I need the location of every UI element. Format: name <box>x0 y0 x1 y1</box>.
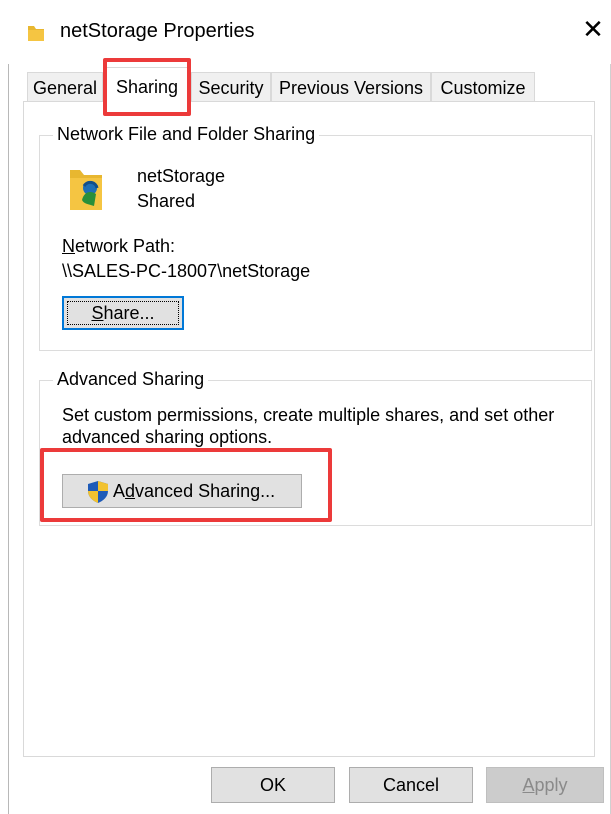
ok-button[interactable]: OK <box>211 767 335 803</box>
apply-button[interactable]: Apply <box>486 767 604 803</box>
apply-button-hotkey: A <box>522 775 535 795</box>
network-path-label-hotkey: N <box>62 236 75 256</box>
tab-security[interactable]: Security <box>191 72 271 102</box>
title-bar: netStorage Properties ✕ <box>0 0 611 64</box>
share-button[interactable]: Share... <box>62 296 184 330</box>
advanced-sharing-group-label: Advanced Sharing <box>53 369 209 390</box>
network-path-value: \\SALES-PC-18007\netStorage <box>62 261 311 281</box>
close-icon[interactable]: ✕ <box>578 14 608 44</box>
window-title: netStorage Properties <box>60 20 255 42</box>
tab-customize[interactable]: Customize <box>431 72 535 102</box>
highlight-sharing-tab <box>103 58 191 116</box>
network-sharing-group-label: Network File and Folder Sharing <box>53 124 320 145</box>
folder-icon <box>28 26 44 41</box>
window-edge-left <box>8 64 9 814</box>
network-path-label: Network Path: <box>62 236 175 257</box>
share-status: Shared <box>137 191 196 211</box>
highlight-advanced-sharing-button <box>40 448 332 522</box>
focus-rectangle <box>67 301 179 325</box>
cancel-button[interactable]: Cancel <box>349 767 473 803</box>
tab-general[interactable]: General <box>27 72 103 102</box>
advanced-sharing-description-line1: Set custom permissions, create multiple … <box>62 405 555 425</box>
network-path-label-rest: etwork Path: <box>75 236 176 256</box>
shared-folder-icon <box>70 170 102 210</box>
folder-name: netStorage <box>137 166 226 186</box>
advanced-sharing-description-line2: advanced sharing options. <box>62 427 273 447</box>
apply-button-rest: pply <box>534 775 568 795</box>
tab-previous-versions[interactable]: Previous Versions <box>271 72 431 102</box>
